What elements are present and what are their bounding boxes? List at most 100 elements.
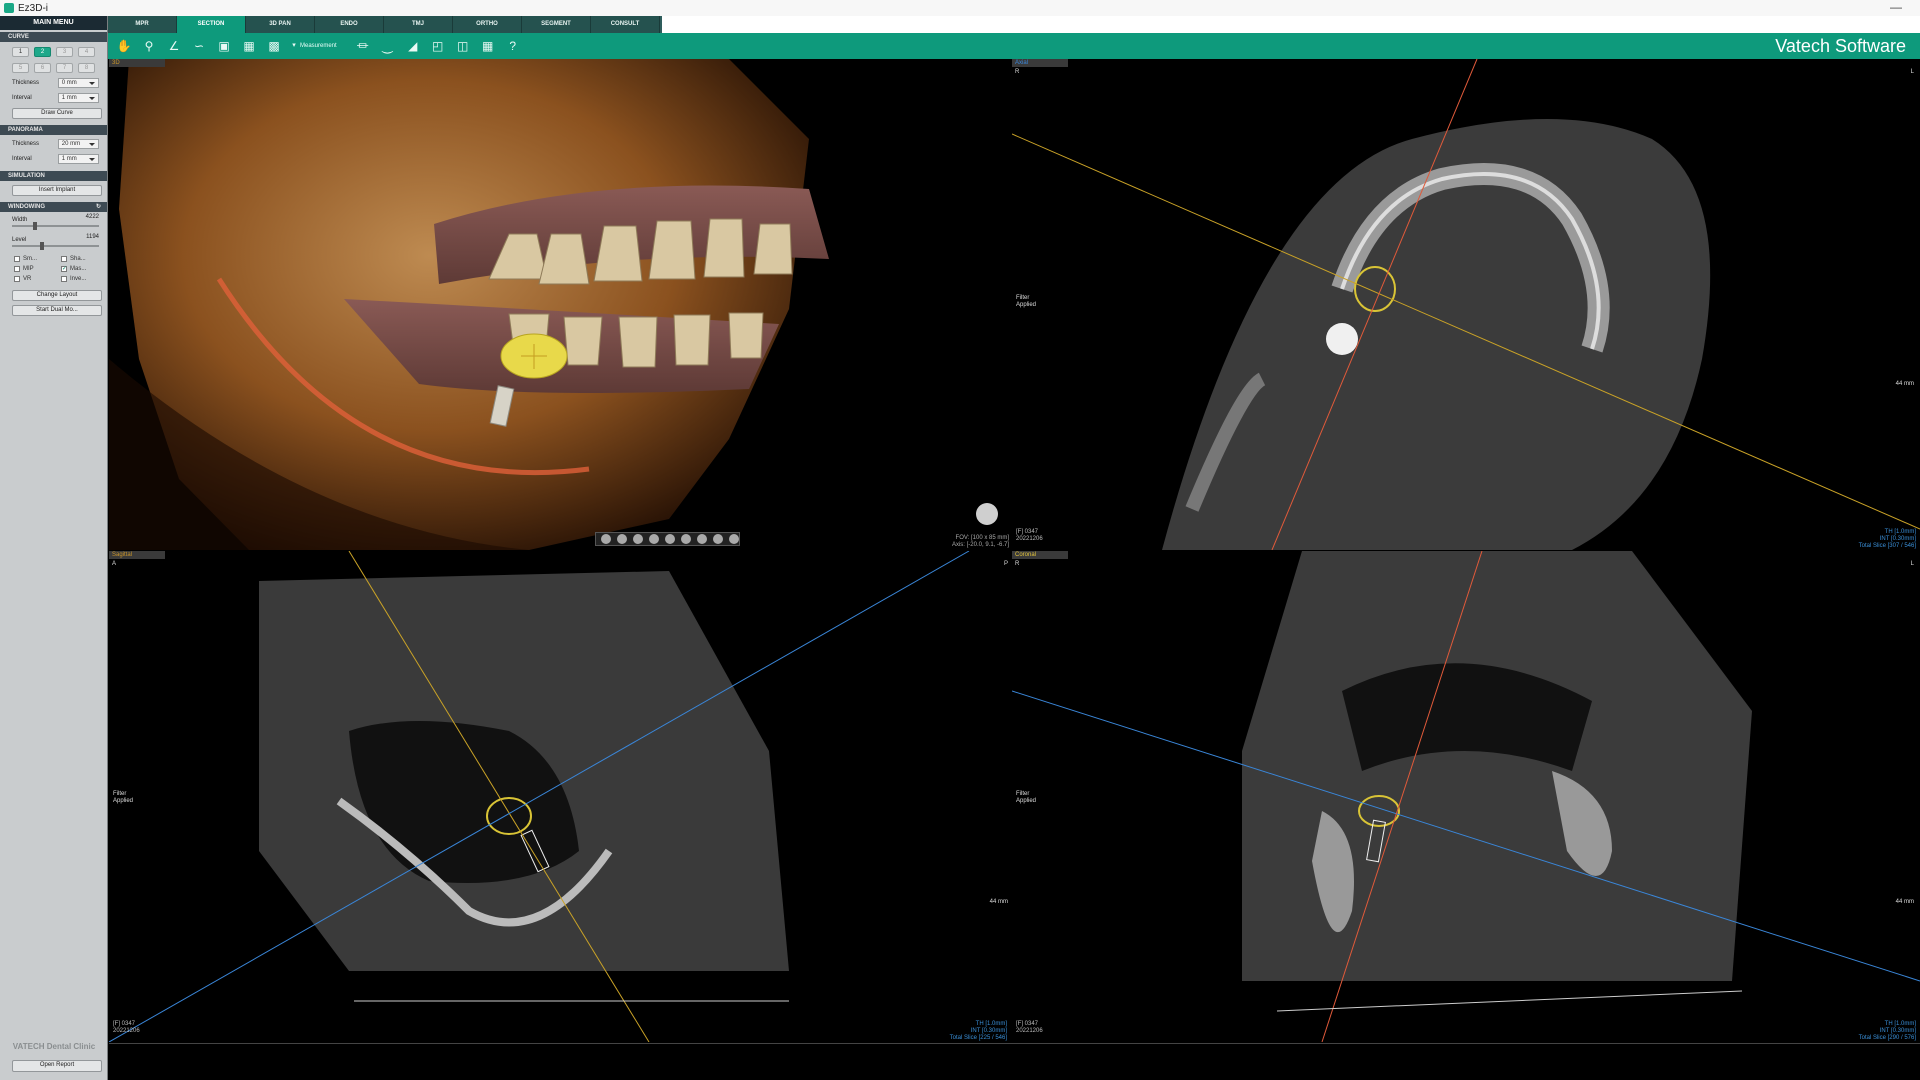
coronal-slice <box>1012 551 1920 1042</box>
curve-button-1[interactable]: 1 <box>12 47 29 57</box>
main-menu-button[interactable]: MAIN MENU <box>0 16 107 30</box>
curve-button-2[interactable]: 2 <box>34 47 51 57</box>
angle-icon[interactable]: ∠ <box>166 38 182 54</box>
viewport-axial[interactable]: Axial R L Filter Applied 44 mm [F] 0347 20… <box>1012 59 1920 550</box>
brand-logo: Vatech Software <box>1775 36 1906 56</box>
viewport-sagittal[interactable]: Sagittal A P Filter Applied 44 mm [F] 034… <box>109 551 1011 1042</box>
viewport-3d-info: FOV: [100 x 85 mm] Axis: [-20.0, 9.1, -6… <box>952 535 1009 549</box>
checkbox-box[interactable] <box>14 266 20 272</box>
panorama-interval-select[interactable]: 1 mm <box>57 154 99 164</box>
checkbox-box[interactable] <box>14 276 20 282</box>
zoom-icon[interactable]: ⚲ <box>141 38 157 54</box>
curve-button-3[interactable]: 3 <box>56 47 73 57</box>
checkbox-box[interactable] <box>14 256 20 262</box>
panorama-thickness-select[interactable]: 20 mm <box>57 139 99 149</box>
checkbox-label: MIP <box>23 266 34 272</box>
checkbox-mask[interactable]: ✓ Mas... <box>61 266 107 272</box>
draw-curve-button[interactable]: Draw Curve <box>12 108 102 119</box>
checkbox-box[interactable] <box>61 276 67 282</box>
curve-thickness-select[interactable]: 0 mm <box>57 78 99 88</box>
tab-ortho[interactable]: ORTHO <box>453 16 522 33</box>
viewport-sagittal-label: Sagittal <box>109 551 165 559</box>
width-slider-thumb[interactable] <box>33 222 37 230</box>
checkbox-smooth[interactable]: Sm... <box>14 256 61 262</box>
view-top-icon[interactable] <box>665 534 675 544</box>
help-icon[interactable]: ? <box>505 38 521 54</box>
scale-text: 44 mm <box>1895 381 1914 387</box>
checkbox-shading[interactable]: Sha... <box>61 256 107 262</box>
layout-icon[interactable]: ◫ <box>455 38 471 54</box>
viewport-coronal-label: Coronal <box>1012 551 1068 559</box>
checkbox-mip[interactable]: MIP <box>14 266 61 272</box>
profile-icon[interactable]: ◢ <box>405 38 421 54</box>
axial-info-left: [F] 0347 20221206 <box>1016 529 1043 542</box>
checkbox-box-checked[interactable]: ✓ <box>61 266 67 272</box>
curve-button-6[interactable]: 6 <box>34 63 51 73</box>
window-title: Ez3D-i <box>18 2 49 14</box>
tab-consult[interactable]: CONSULT <box>591 16 660 33</box>
width-slider-row: Width 4222 <box>0 212 107 232</box>
curve-buttons-row-2: 5 6 7 8 <box>0 58 107 74</box>
insert-implant-button[interactable]: Insert Implant <box>12 185 102 196</box>
tab-endo[interactable]: ENDO <box>315 16 384 33</box>
curve-interval-select[interactable]: 1 mm <box>57 93 99 103</box>
view-front-icon[interactable] <box>601 534 611 544</box>
checkbox-vr[interactable]: VR <box>14 276 61 282</box>
curve-thickness-label: Thickness <box>12 80 40 86</box>
polyline-icon[interactable]: ∽ <box>191 38 207 54</box>
reset-icon[interactable]: ◰ <box>430 38 446 54</box>
tab-mpr[interactable]: MPR <box>108 16 177 33</box>
tab-section[interactable]: SECTION <box>177 16 246 33</box>
level-label: Level <box>12 237 27 243</box>
windowing-reset-icon[interactable]: ↻ <box>96 202 101 212</box>
sagittal-slice <box>109 551 970 1042</box>
viewport-axial-label: Axial <box>1012 59 1068 67</box>
axial-info-right: TH [1.0mm] INT [0.30mm] Total Slice [307 /… <box>1858 529 1916 549</box>
curve-button-8[interactable]: 8 <box>78 63 95 73</box>
pan-hand-icon[interactable]: ✋ <box>116 38 132 54</box>
implant-arch-icon[interactable]: ⏝ <box>380 38 396 54</box>
chevron-down-icon[interactable]: ▾ <box>291 38 297 54</box>
viewport-3d[interactable]: 3D FOV: [100 x 85 mm] Axis: [-20.0, 9.1,… <box>109 59 1011 550</box>
width-slider-track[interactable] <box>12 225 99 227</box>
level-slider-thumb[interactable] <box>40 242 44 250</box>
viewport-3d-label: 3D <box>109 59 165 67</box>
panorama-interval-label: Interval <box>12 156 32 162</box>
view-reset-icon[interactable] <box>713 534 723 544</box>
tab-tmj[interactable]: TMJ <box>384 16 453 33</box>
view-back-icon[interactable] <box>617 534 627 544</box>
capture-series-icon[interactable]: ▦ <box>241 38 257 54</box>
filter-applied-text: Filter Applied <box>113 791 134 804</box>
grid-icon[interactable]: ▦ <box>480 38 496 54</box>
view-settings-icon[interactable] <box>729 534 739 544</box>
level-slider-track[interactable] <box>12 245 99 247</box>
view-left-icon[interactable] <box>633 534 643 544</box>
axial-slice <box>1012 59 1920 550</box>
checkbox-box[interactable] <box>61 256 67 262</box>
render-options: Sm... Sha... MIP ✓ Mas... VR Inve... <box>0 252 107 286</box>
measurement-menu[interactable]: Measurement <box>300 43 337 49</box>
open-report-button[interactable]: Open Report <box>12 1060 102 1072</box>
curve-button-4[interactable]: 4 <box>78 47 95 57</box>
checkbox-invert[interactable]: Inve... <box>61 276 107 282</box>
view-bottom-icon[interactable] <box>681 534 691 544</box>
curve-button-7[interactable]: 7 <box>56 63 73 73</box>
minimize-button[interactable]: — <box>1890 0 1902 14</box>
orientation-right: P <box>1003 561 1008 567</box>
tab-3d-pan[interactable]: 3D PAN <box>246 16 315 33</box>
simulation-section-header: SIMULATION <box>0 171 107 181</box>
curve-button-5[interactable]: 5 <box>12 63 29 73</box>
nerve-icon[interactable]: ⏛ <box>355 38 371 54</box>
tab-segment[interactable]: SEGMENT <box>522 16 591 33</box>
view-rotate-icon[interactable] <box>697 534 707 544</box>
checkbox-label: Sha... <box>70 256 86 262</box>
orientation-left: A <box>112 561 117 567</box>
viewport-coronal[interactable]: Coronal R L Filter Applied 44 mm [F] 0347… <box>1012 551 1920 1042</box>
view-right-icon[interactable] <box>649 534 659 544</box>
capture-icon[interactable]: ▣ <box>216 38 232 54</box>
bottom-panel <box>109 1043 1920 1080</box>
scale-text: 44 mm <box>1895 899 1914 905</box>
change-layout-button[interactable]: Change Layout <box>12 290 102 301</box>
start-dual-monitor-button[interactable]: Start Dual Mo... <box>12 305 102 316</box>
screenshot-icon[interactable]: ▩ <box>266 38 282 54</box>
